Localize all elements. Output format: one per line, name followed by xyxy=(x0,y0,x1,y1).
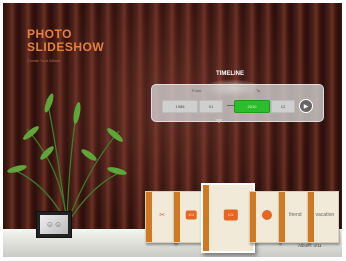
from-year-field[interactable]: 1986 xyxy=(162,100,198,113)
album-3-selected[interactable]: ▭ xyxy=(201,183,255,253)
picture-icon: ▭ xyxy=(185,210,197,219)
from-label: From xyxy=(192,88,202,93)
to-month-field[interactable]: 12 xyxy=(271,100,295,113)
album-counter: Album: 3/11 xyxy=(298,243,322,248)
stage: PHOTO SLIDESHOW Create Your Album TIMELI… xyxy=(3,3,342,257)
app-subtitle: Create Your Album xyxy=(27,58,61,63)
app-title: PHOTO SLIDESHOW xyxy=(27,28,104,54)
to-label: To xyxy=(256,88,261,93)
timeline-panel: From To 1986 01 2010 12 ▶ xyxy=(151,84,324,122)
picture-icon: ▭ xyxy=(223,209,238,221)
panel-pointer xyxy=(215,119,223,123)
play-icon: ▶ xyxy=(303,103,309,110)
camera-icon: ✂ xyxy=(159,211,166,219)
album-title: vacation xyxy=(315,211,335,218)
photo-frame: ☺☺ xyxy=(36,211,72,238)
to-year-field[interactable]: 2010 xyxy=(234,100,270,113)
album-5[interactable]: friend xyxy=(278,191,310,243)
album-6[interactable]: vacation xyxy=(307,191,339,243)
framed-photo-icon: ☺☺ xyxy=(40,215,68,234)
from-month-field[interactable]: 01 xyxy=(199,100,223,113)
timeline-label: TIMELINE xyxy=(216,71,244,77)
album-title: friend xyxy=(288,211,302,218)
title-line2: SLIDESHOW xyxy=(27,40,105,54)
play-button[interactable]: ▶ xyxy=(299,99,313,113)
album-4[interactable] xyxy=(249,191,281,243)
plant-decoration xyxy=(7,93,127,225)
circle-icon xyxy=(262,209,272,220)
